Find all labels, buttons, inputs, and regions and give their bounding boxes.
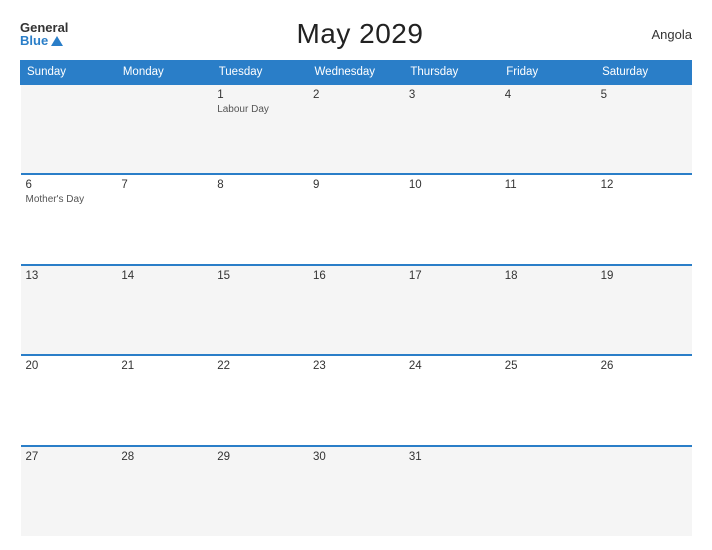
calendar-day: 24	[404, 355, 500, 445]
calendar-day: 31	[404, 446, 500, 536]
day-number: 28	[121, 451, 207, 463]
day-number: 12	[601, 179, 687, 191]
logo-general-text: General	[20, 21, 68, 34]
header-wednesday: Wednesday	[308, 61, 404, 85]
calendar-day: 6 Mother's Day	[21, 174, 117, 264]
day-number: 2	[313, 89, 399, 101]
calendar-title: May 2029	[296, 18, 423, 50]
day-number: 4	[505, 89, 591, 101]
calendar-day: 13	[21, 265, 117, 355]
calendar-day: 30	[308, 446, 404, 536]
calendar-day: 22	[212, 355, 308, 445]
day-number: 31	[409, 451, 495, 463]
day-number: 13	[26, 270, 112, 282]
day-number: 14	[121, 270, 207, 282]
calendar-day	[116, 84, 212, 174]
holiday-label: Labour Day	[217, 103, 303, 116]
calendar-week-row: 20 21 22 23 24 25 26	[21, 355, 692, 445]
header-sunday: Sunday	[21, 61, 117, 85]
calendar-day: 1 Labour Day	[212, 84, 308, 174]
header-friday: Friday	[500, 61, 596, 85]
calendar-week-row: 27 28 29 30 31	[21, 446, 692, 536]
day-number: 5	[601, 89, 687, 101]
day-number: 10	[409, 179, 495, 191]
header-tuesday: Tuesday	[212, 61, 308, 85]
day-number: 27	[26, 451, 112, 463]
calendar-day	[500, 446, 596, 536]
calendar-day: 4	[500, 84, 596, 174]
logo-triangle-icon	[50, 34, 64, 48]
day-number: 9	[313, 179, 399, 191]
logo: General Blue	[20, 21, 68, 48]
calendar-day: 11	[500, 174, 596, 264]
calendar-day: 26	[596, 355, 692, 445]
day-number: 24	[409, 360, 495, 372]
day-number: 29	[217, 451, 303, 463]
day-number: 22	[217, 360, 303, 372]
calendar-week-row: 1 Labour Day 2345	[21, 84, 692, 174]
calendar-day: 10	[404, 174, 500, 264]
day-number: 19	[601, 270, 687, 282]
calendar-day: 17	[404, 265, 500, 355]
calendar-day: 15	[212, 265, 308, 355]
day-number: 25	[505, 360, 591, 372]
calendar-day: 19	[596, 265, 692, 355]
calendar-day: 9	[308, 174, 404, 264]
day-number: 20	[26, 360, 112, 372]
calendar-day: 3	[404, 84, 500, 174]
header-monday: Monday	[116, 61, 212, 85]
calendar-day: 25	[500, 355, 596, 445]
calendar-day: 18	[500, 265, 596, 355]
logo-blue-text: Blue	[20, 34, 68, 48]
day-number: 15	[217, 270, 303, 282]
calendar-day: 12	[596, 174, 692, 264]
day-number: 3	[409, 89, 495, 101]
calendar-day: 27	[21, 446, 117, 536]
calendar-table: Sunday Monday Tuesday Wednesday Thursday…	[20, 60, 692, 536]
day-number: 17	[409, 270, 495, 282]
day-number: 11	[505, 179, 591, 191]
calendar-week-row: 6 Mother's Day 789 10 11 12	[21, 174, 692, 264]
calendar-day	[596, 446, 692, 536]
calendar-day: 20	[21, 355, 117, 445]
holiday-label: Mother's Day	[26, 193, 112, 206]
day-number: 8	[217, 179, 303, 191]
header: General Blue May 2029 Angola	[20, 18, 692, 50]
calendar-day: 16	[308, 265, 404, 355]
calendar-day: 23	[308, 355, 404, 445]
day-number: 18	[505, 270, 591, 282]
calendar-day: 28	[116, 446, 212, 536]
calendar-week-row: 13 14 15 16 17 18 19	[21, 265, 692, 355]
day-number: 23	[313, 360, 399, 372]
weekday-header-row: Sunday Monday Tuesday Wednesday Thursday…	[21, 61, 692, 85]
calendar-day: 8	[212, 174, 308, 264]
calendar-day: 5	[596, 84, 692, 174]
day-number: 16	[313, 270, 399, 282]
header-saturday: Saturday	[596, 61, 692, 85]
day-number: 7	[121, 179, 207, 191]
calendar-day: 2	[308, 84, 404, 174]
calendar-page: General Blue May 2029 Angola Sunday Mond…	[0, 0, 712, 550]
day-number: 30	[313, 451, 399, 463]
day-number: 1	[217, 89, 303, 101]
day-number: 21	[121, 360, 207, 372]
day-number: 6	[26, 179, 112, 191]
day-number: 26	[601, 360, 687, 372]
calendar-day: 29	[212, 446, 308, 536]
header-thursday: Thursday	[404, 61, 500, 85]
calendar-day: 14	[116, 265, 212, 355]
country-name: Angola	[652, 27, 692, 42]
calendar-day	[21, 84, 117, 174]
calendar-day: 21	[116, 355, 212, 445]
calendar-day: 7	[116, 174, 212, 264]
